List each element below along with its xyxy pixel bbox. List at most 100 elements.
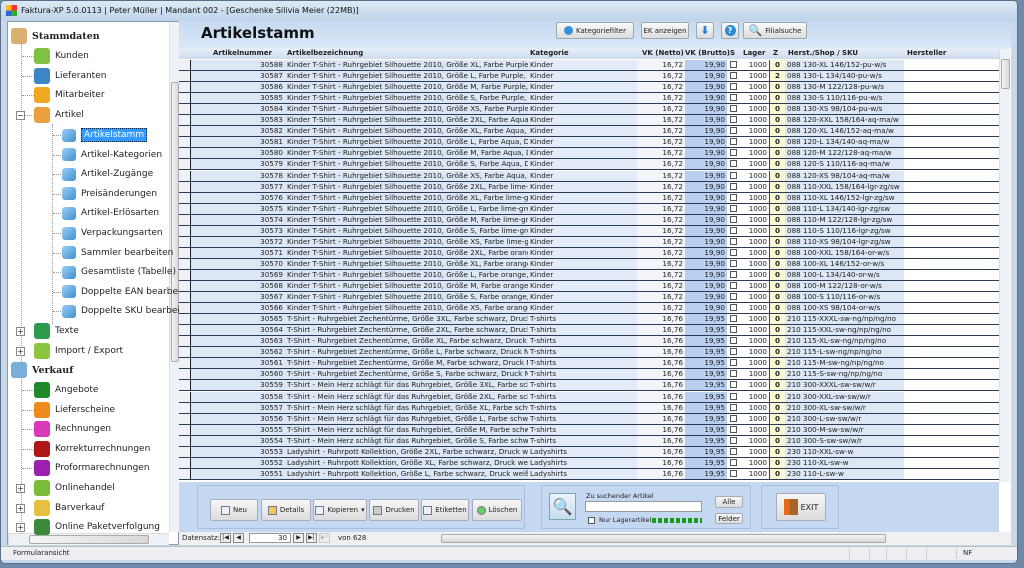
s-checkbox-cell[interactable] — [727, 192, 740, 203]
checkbox[interactable] — [730, 381, 737, 389]
table-row[interactable]: 30570 Kinder T-Shirt - Ruhrgebiet Silhoue… — [179, 258, 999, 270]
checkbox[interactable] — [730, 270, 737, 278]
table-row[interactable]: 30588 Kinder T-Shirt - Ruhrgebiet Silhoue… — [179, 60, 999, 71]
row-selector[interactable] — [179, 60, 191, 70]
expand-barverkauf-toggle[interactable]: + — [16, 503, 25, 513]
collapse-artikel-toggle[interactable]: − — [16, 111, 25, 120]
table-row[interactable]: 30579 Kinder T-Shirt - Ruhrgebiet Silhoue… — [179, 159, 999, 171]
s-checkbox-cell[interactable] — [727, 137, 740, 148]
table-row[interactable]: 30551 Ladyshirt - Ruhrpott Kollektion, Gr… — [179, 468, 999, 480]
s-checkbox-cell[interactable] — [727, 402, 740, 413]
next-record-button[interactable]: ▶ — [293, 533, 304, 543]
table-row[interactable]: 30582 Kinder T-Shirt - Ruhrgebiet Silhoue… — [179, 126, 999, 138]
table-row[interactable]: 30569 Kinder T-Shirt - Ruhrgebiet Silhoue… — [179, 269, 999, 281]
sidebar-item-korrekturrechnungen[interactable]: Korrekturrechnungen — [34, 440, 150, 458]
expand-import-export-toggle[interactable]: + — [16, 346, 25, 356]
table-row[interactable]: 30556 T-Shirt - Mein Herz schlägt für das… — [179, 413, 999, 425]
last-record-button[interactable]: ▶| — [306, 533, 317, 543]
checkbox[interactable] — [730, 370, 737, 378]
row-selector[interactable] — [179, 402, 191, 413]
s-checkbox-cell[interactable] — [727, 181, 740, 192]
checkbox[interactable] — [730, 226, 737, 234]
checkbox[interactable] — [730, 248, 737, 256]
sidebar-item-verpackungsarten[interactable]: Verpackungsarten — [62, 224, 163, 242]
table-row[interactable]: 30584 Kinder T-Shirt - Ruhrgebiet Silhoue… — [179, 104, 999, 116]
row-selector[interactable] — [179, 148, 191, 159]
s-checkbox-cell[interactable] — [727, 413, 740, 424]
previous-record-button[interactable]: ◀ — [233, 533, 244, 543]
fields-button[interactable]: Felder — [715, 513, 743, 524]
s-checkbox-cell[interactable] — [727, 380, 740, 391]
checkbox[interactable] — [730, 315, 737, 323]
checkbox[interactable] — [730, 259, 737, 267]
s-checkbox-cell[interactable] — [727, 126, 740, 137]
s-checkbox-cell[interactable] — [727, 369, 740, 380]
table-row[interactable]: 30559 T-Shirt - Mein Herz schlägt für das… — [179, 380, 999, 392]
checkbox[interactable] — [730, 171, 737, 179]
checkbox[interactable] — [730, 414, 737, 422]
row-selector[interactable] — [179, 391, 191, 402]
col-header-artikelnummer[interactable]: Artikelnummer — [213, 49, 272, 57]
s-checkbox-cell[interactable] — [727, 236, 740, 247]
scrollbar-thumb[interactable] — [1001, 59, 1010, 89]
s-checkbox-cell[interactable] — [727, 247, 740, 258]
expand-online-paketverfolgung-toggle[interactable]: + — [16, 523, 25, 533]
table-row[interactable]: 30563 T-Shirt - Ruhrgebiet Zechentürme, G… — [179, 336, 999, 348]
row-selector[interactable] — [179, 225, 191, 236]
row-selector[interactable] — [179, 369, 191, 380]
s-checkbox-cell[interactable] — [727, 303, 740, 314]
sidebar-item-kunden[interactable]: Kunden — [34, 47, 89, 65]
row-selector[interactable] — [179, 137, 191, 148]
checkbox[interactable] — [730, 447, 737, 455]
table-row[interactable]: 30574 Kinder T-Shirt - Ruhrgebiet Silhoue… — [179, 214, 999, 226]
checkbox[interactable] — [730, 392, 737, 400]
checkbox[interactable] — [730, 138, 737, 146]
new-record-button[interactable]: ▶* — [319, 533, 330, 543]
table-row[interactable]: 30583 Kinder T-Shirt - Ruhrgebiet Silhoue… — [179, 115, 999, 127]
s-checkbox-cell[interactable] — [727, 104, 740, 115]
checkbox[interactable] — [730, 116, 737, 124]
details-button[interactable]: Details — [261, 499, 311, 521]
col-header-z[interactable]: Z — [773, 49, 778, 57]
checkbox[interactable] — [730, 436, 737, 444]
s-checkbox-cell[interactable] — [727, 391, 740, 402]
row-selector[interactable] — [179, 214, 191, 225]
s-checkbox-cell[interactable] — [727, 325, 740, 336]
s-checkbox-cell[interactable] — [727, 60, 740, 70]
print-button[interactable]: Drucken — [369, 499, 419, 521]
sidebar-item-preisänderungen[interactable]: Preisänderungen — [62, 185, 157, 203]
scrollbar-thumb[interactable] — [29, 535, 149, 544]
s-checkbox-cell[interactable] — [727, 446, 740, 457]
table-row[interactable]: 30578 Kinder T-Shirt - Ruhrgebiet Silhoue… — [179, 170, 999, 182]
s-checkbox-cell[interactable] — [727, 258, 740, 269]
s-checkbox-cell[interactable] — [727, 71, 740, 82]
table-row[interactable]: 30568 Kinder T-Shirt - Ruhrgebiet Silhoue… — [179, 281, 999, 292]
col-header-vk-netto[interactable]: VK (Netto) — [642, 49, 684, 57]
table-row[interactable]: 30585 Kinder T-Shirt - Ruhrgebiet Silhoue… — [179, 93, 999, 105]
table-row[interactable]: 30580 Kinder T-Shirt - Ruhrgebiet Silhoue… — [179, 148, 999, 160]
labels-button[interactable]: Etiketten — [421, 499, 469, 521]
row-selector[interactable] — [179, 413, 191, 424]
copy-button[interactable]: Kopieren ▾ — [313, 499, 367, 521]
checkbox[interactable] — [730, 469, 737, 477]
s-checkbox-cell[interactable] — [727, 214, 740, 225]
sidebar-item-verkauf[interactable]: Verkauf — [11, 361, 73, 379]
table-row[interactable]: 30557 T-Shirt - Mein Herz schlägt für das… — [179, 402, 999, 414]
s-checkbox-cell[interactable] — [727, 457, 740, 468]
expand-texte-toggle[interactable]: + — [16, 327, 25, 336]
table-horizontal-scrollbar[interactable] — [441, 534, 886, 543]
s-checkbox-cell[interactable] — [727, 269, 740, 280]
s-checkbox-cell[interactable] — [727, 347, 740, 358]
row-selector[interactable] — [179, 435, 191, 446]
checkbox[interactable] — [730, 127, 737, 135]
all-button[interactable]: Alle — [715, 496, 743, 508]
checkbox[interactable] — [730, 326, 737, 334]
row-selector[interactable] — [179, 468, 191, 479]
checkbox[interactable] — [730, 204, 737, 212]
table-row[interactable]: 30572 Kinder T-Shirt - Ruhrgebiet Silhoue… — [179, 236, 999, 248]
table-row[interactable]: 30587 Kinder T-Shirt - Ruhrgebiet Silhoue… — [179, 71, 999, 83]
checkbox[interactable] — [730, 304, 737, 312]
row-selector[interactable] — [179, 424, 191, 435]
checkbox[interactable] — [730, 237, 737, 245]
row-selector[interactable] — [179, 358, 191, 369]
